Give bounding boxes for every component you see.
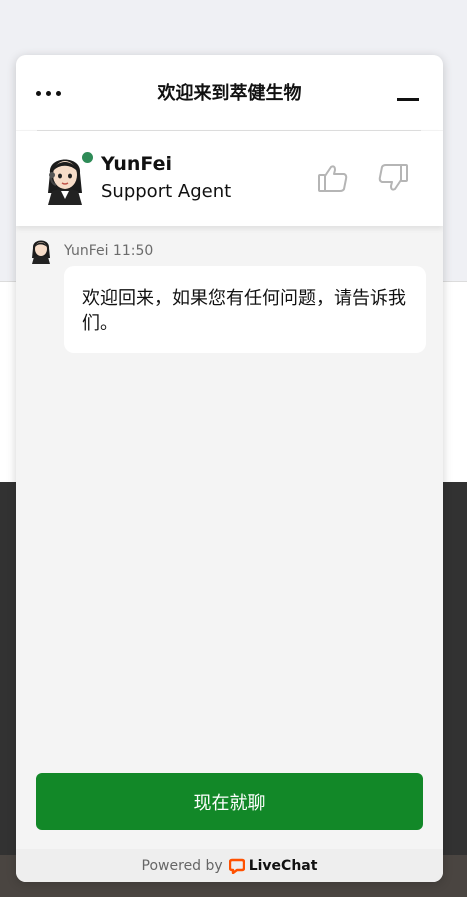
ellipsis-icon — [36, 90, 61, 96]
agent-info: YunFei Support Agent — [16, 131, 443, 226]
powered-by-footer: Powered by LiveChat — [16, 849, 443, 882]
message-text: 欢迎回来，如果您有任何问题，请告诉我们。 — [82, 288, 406, 334]
livechat-link[interactable]: LiveChat — [228, 857, 318, 874]
agent-name: YunFei — [101, 153, 173, 175]
message-meta: YunFei 11:50 — [64, 243, 154, 259]
rate-good-button[interactable] — [316, 161, 350, 195]
online-status-indicator — [80, 150, 95, 165]
agent-role: Support Agent — [101, 181, 232, 202]
livechat-brand: LiveChat — [248, 857, 318, 874]
chat-title: 欢迎来到萃健生物 — [157, 83, 302, 104]
chat-header: 欢迎来到萃健生物 — [16, 55, 443, 130]
rate-bad-button[interactable] — [376, 161, 410, 195]
menu-button[interactable] — [36, 83, 72, 103]
powered-by-text: Powered by — [141, 857, 223, 874]
minimize-button[interactable] — [394, 85, 422, 105]
chat-now-button[interactable]: 现在就聊 — [36, 773, 423, 830]
livechat-logo-icon — [228, 858, 245, 874]
chat-widget: 欢迎来到萃健生物 YunFei Support Agent YunFei 11:… — [16, 55, 443, 882]
message-bubble: 欢迎回来，如果您有任何问题，请告诉我们。 — [64, 266, 426, 353]
thumbs-up-icon — [318, 165, 348, 192]
message-avatar — [32, 240, 50, 264]
thumbs-down-icon — [378, 164, 408, 191]
